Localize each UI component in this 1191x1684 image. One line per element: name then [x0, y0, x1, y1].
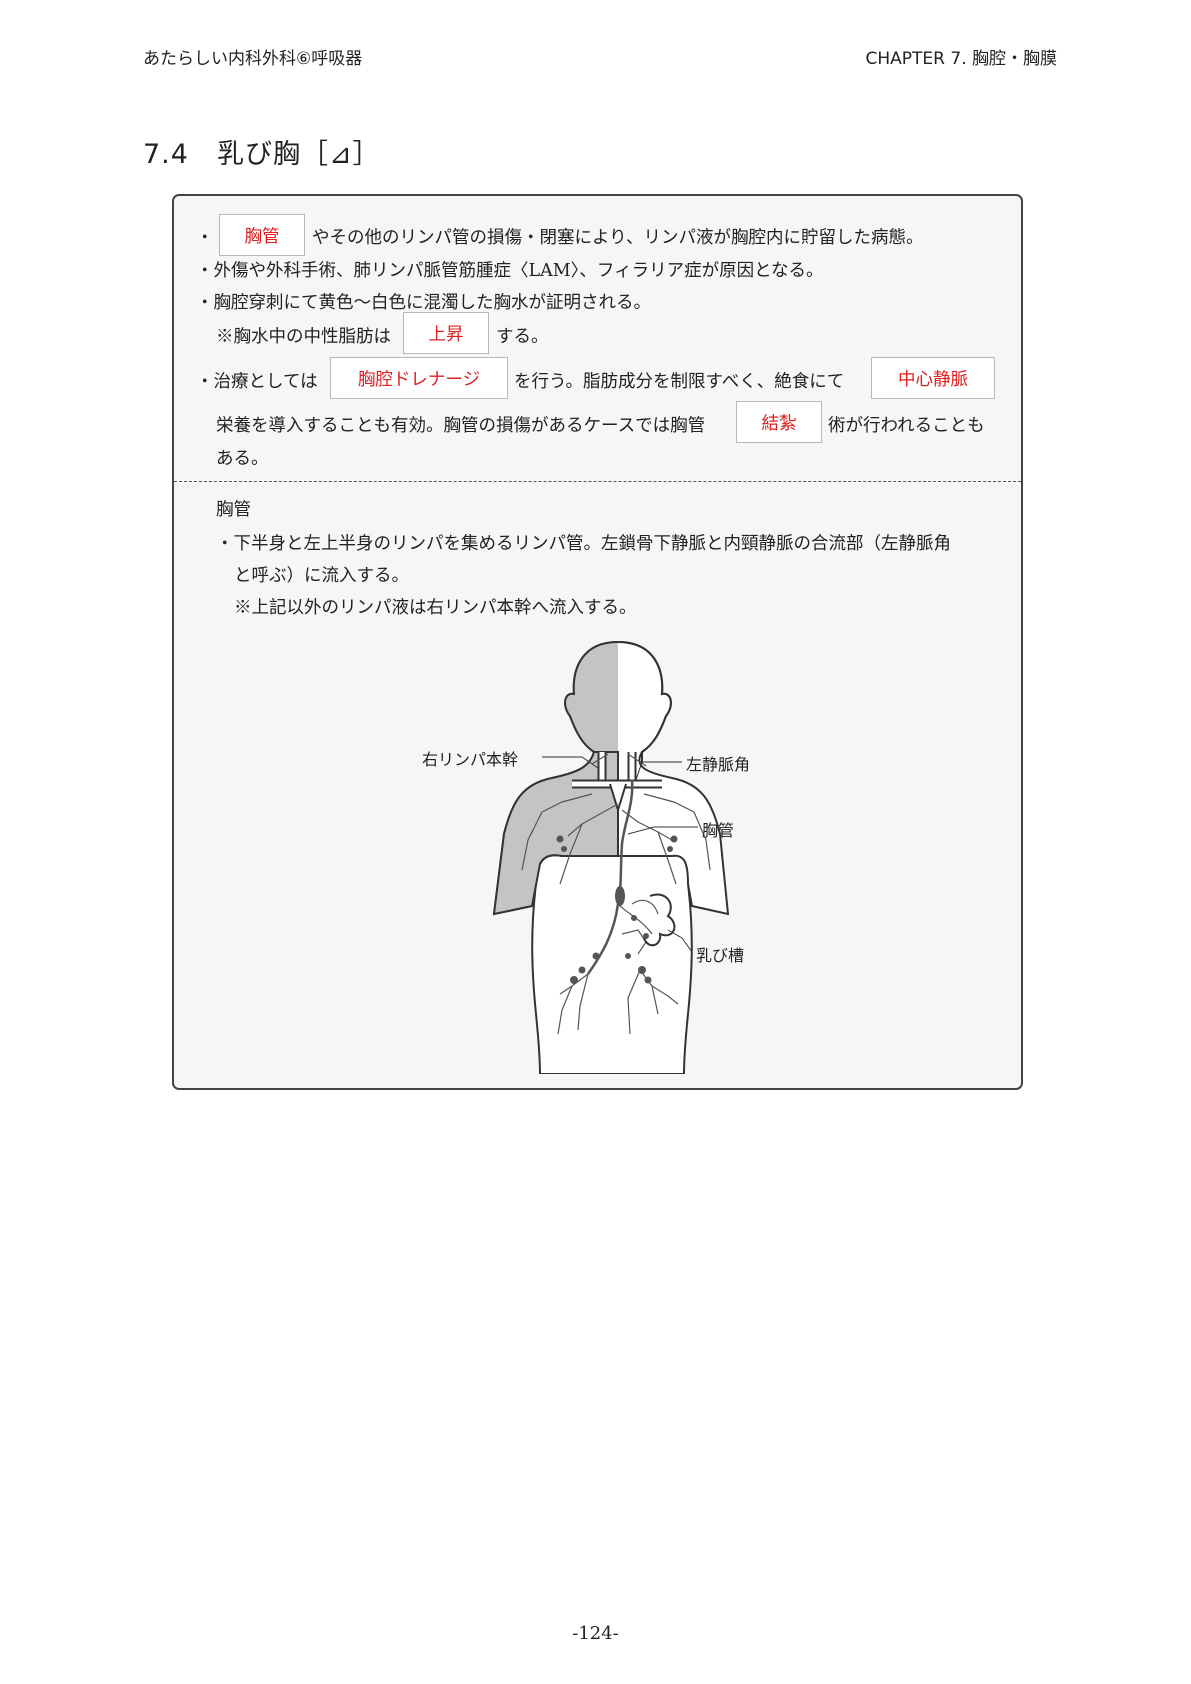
running-header-book-title: あたらしい内科外科⑥呼吸器: [143, 49, 363, 69]
definition-text: やその他のリンパ管の損傷・閉塞により、リンパ液が胸腔内に貯留した病態。: [312, 228, 924, 248]
note-text-end: する。: [496, 327, 549, 347]
subheading-thoracic-duct: 胸管: [216, 500, 251, 520]
label-right-lymph-trunk: 右リンパ本幹: [422, 750, 519, 769]
running-header-chapter: CHAPTER 7. 胸腔・胸膜: [865, 49, 1058, 69]
cause-text: ・外傷や外科手術、肺リンパ脈管筋腫症〈LAM〉、フィラリア症が原因となる。: [196, 261, 824, 281]
thoracic-duct-text-2: と呼ぶ）に流入する。: [234, 566, 409, 586]
diagnosis-text: ・胸腔穿刺にて黄色〜白色に混濁した胸水が証明される。: [196, 293, 651, 313]
answer-blank-thoracic-duct[interactable]: 胸管: [219, 214, 305, 256]
note-text: ※胸水中の中性脂肪は: [216, 327, 391, 347]
answer-blank-central-venous[interactable]: 中心静脈: [871, 357, 995, 399]
dashed-divider: [174, 481, 1021, 482]
label-thoracic-duct: 胸管: [702, 821, 735, 840]
lymphatic-system-figure: 右リンパ本幹 左静脈角 胸管 乳び槽: [422, 634, 792, 1078]
treatment-text-mid: を行う。脂肪成分を制限すべく、絶食にて: [514, 372, 845, 392]
answer-blank-elevated[interactable]: 上昇: [403, 312, 489, 354]
bullet: ・: [196, 228, 214, 248]
label-left-venous-angle: 左静脈角: [686, 755, 751, 774]
label-cisterna-chyli: 乳び槽: [696, 946, 745, 965]
answer-blank-ligation[interactable]: 結紮: [736, 401, 822, 443]
treatment-text: ・治療としては: [196, 372, 318, 392]
treatment-text-3: 術が行われることも: [828, 416, 985, 436]
lymphatic-body-diagram: [492, 640, 730, 1075]
answer-blank-drainage[interactable]: 胸腔ドレナージ: [330, 357, 508, 399]
treatment-text-4: ある。: [216, 449, 269, 469]
page-number: -124-: [572, 1623, 619, 1644]
thoracic-duct-text-1: ・下半身と左上半身のリンパを集めるリンパ管。左鎖骨下静脈と内頸静脈の合流部（左静…: [216, 534, 951, 554]
treatment-text-2: 栄養を導入することも有効。胸管の損傷があるケースでは胸管: [216, 416, 706, 436]
section-title: 7.4 乳び胸［⊿］: [143, 139, 381, 170]
thoracic-duct-note: ※上記以外のリンパ液は右リンパ本幹へ流入する。: [234, 598, 637, 618]
